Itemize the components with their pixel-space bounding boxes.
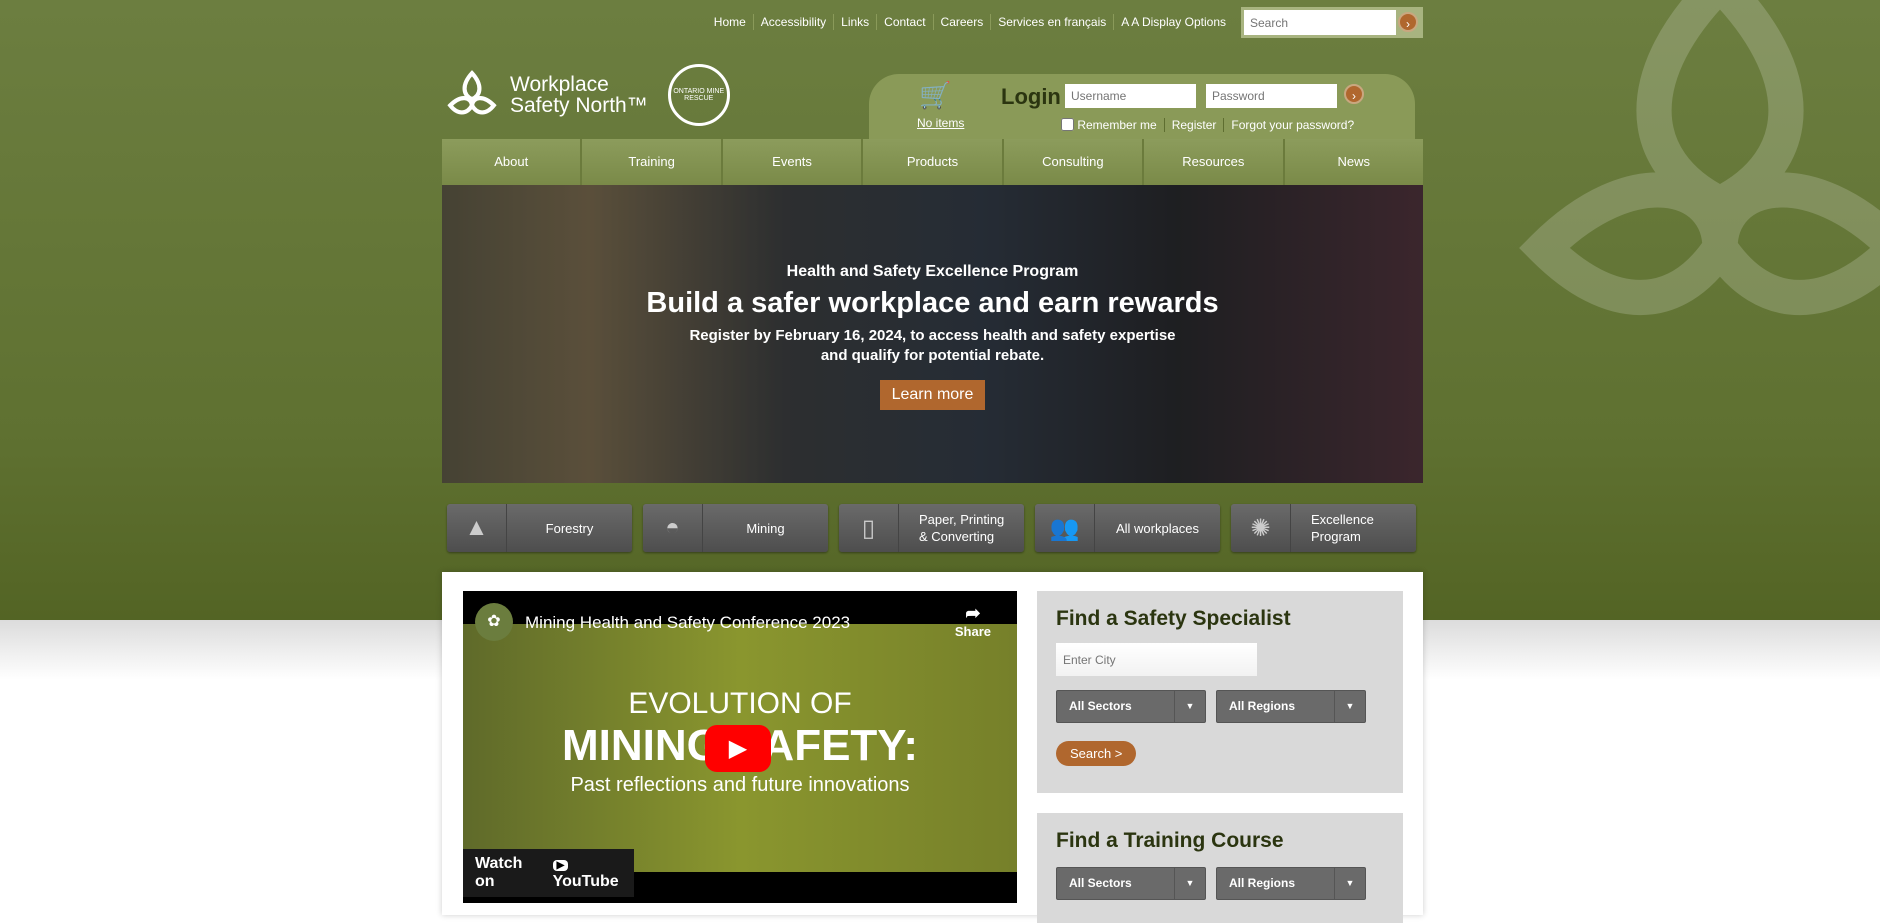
video-title[interactable]: Mining Health and Safety Conference 2023 (525, 613, 850, 633)
youtube-embed[interactable]: ✿ Mining Health and Safety Conference 20… (463, 591, 1017, 903)
watch-on-youtube[interactable]: Watch on ▶ YouTube (463, 849, 634, 897)
paper-icon: ▯ (839, 504, 899, 552)
login-title: Login (1001, 84, 1061, 109)
chevron-down-icon: ▼ (1334, 868, 1365, 899)
nav-news[interactable]: News (1284, 139, 1423, 185)
learn-more-button[interactable]: Learn more (879, 380, 986, 410)
remember-label[interactable]: Remember me (1077, 118, 1156, 132)
share-icon: ➦ (965, 603, 981, 623)
tree-icon: ▲ (447, 504, 507, 552)
register-link[interactable]: Register (1163, 118, 1224, 132)
site-search: › (1241, 7, 1423, 38)
hero-subtitle: Health and Safety Excellence Program (786, 263, 1079, 280)
sector-mining[interactable]: ◓ Mining (643, 504, 828, 552)
select-value: All Sectors (1069, 876, 1132, 890)
training-sector-select[interactable]: All Sectors ▼ (1056, 867, 1206, 900)
sector-paper[interactable]: ▯ Paper, Printing & Converting (839, 504, 1024, 552)
sector-label: Excellence Program (1311, 512, 1374, 544)
logo-line1: Workplace (510, 73, 609, 96)
link-accessibility[interactable]: Accessibility (752, 14, 833, 30)
main-nav: About Training Events Products Consultin… (442, 139, 1423, 185)
youtube-logo-icon: ▶ YouTube (552, 860, 619, 890)
remember-checkbox[interactable] (1061, 118, 1074, 131)
login-panel: 🛒 No items Login › Remember me Register … (869, 74, 1415, 140)
seal-text: ONTARIO MINE RESCUE (673, 88, 725, 102)
sector-buttons: ▲ Forestry ◓ Mining ▯ Paper, Printing & Con… (447, 504, 1416, 552)
share-label: Share (954, 624, 991, 639)
sector-all-workplaces[interactable]: 👥 All workplaces (1035, 504, 1220, 552)
video-line1: EVOLUTION OF (628, 687, 852, 720)
specialist-title: Find a Safety Specialist (1056, 607, 1291, 630)
sector-forestry[interactable]: ▲ Forestry (447, 504, 632, 552)
chevron-down-icon: ▼ (1174, 868, 1205, 899)
link-home[interactable]: Home (707, 14, 753, 30)
login-button[interactable]: › (1344, 84, 1364, 104)
hero-body-1: Register by February 16, 2024, to access… (689, 327, 1176, 344)
link-contact[interactable]: Contact (876, 14, 932, 30)
channel-logo-icon[interactable]: ✿ (475, 603, 513, 641)
link-links[interactable]: Links (833, 14, 876, 30)
people-icon: 👥 (1035, 504, 1095, 552)
forgot-password-link[interactable]: Forgot your password? (1223, 118, 1361, 132)
link-french[interactable]: Services en français (990, 14, 1113, 30)
chevron-down-icon: ▼ (1174, 691, 1205, 722)
training-region-select[interactable]: All Regions ▼ (1216, 867, 1366, 900)
video-line3: Past reflections and future innovations (570, 774, 910, 796)
hero-body-2: and qualify for potential rebate. (820, 347, 1045, 364)
trillium-watermark-icon (1519, 0, 1880, 316)
link-display-options[interactable]: A A Display Options (1113, 14, 1233, 30)
find-training-box: Find a Training Course All Sectors ▼ All … (1037, 813, 1403, 923)
nav-resources[interactable]: Resources (1144, 139, 1285, 185)
username-input[interactable] (1065, 84, 1196, 108)
search-go-button[interactable]: › (1398, 12, 1418, 32)
specialist-region-select[interactable]: All Regions ▼ (1216, 690, 1366, 723)
hero-title: Build a safer workplace and earn rewards (646, 287, 1219, 319)
find-specialist-box: Find a Safety Specialist All Sectors ▼ Al… (1037, 591, 1403, 793)
select-value: All Regions (1229, 876, 1296, 890)
sector-label: All workplaces (1115, 520, 1200, 536)
nav-training[interactable]: Training (582, 139, 723, 185)
cart-link[interactable]: No items (917, 116, 964, 130)
hardhat-icon: ◓ (643, 504, 703, 552)
youtube-label: YouTube (552, 873, 619, 890)
specialist-sector-select[interactable]: All Sectors ▼ (1056, 690, 1206, 723)
specialist-search-button[interactable]: Search > (1056, 741, 1137, 766)
content-panel: ✿ Mining Health and Safety Conference 20… (442, 572, 1423, 923)
hero-banner: Health and Safety Excellence Program Bui… (442, 185, 1423, 483)
sector-excellence[interactable]: ✺ Excellence Program (1231, 504, 1416, 552)
select-value: All Regions (1229, 699, 1296, 713)
trillium-logo-icon (447, 70, 497, 115)
logo-line2: Safety North™ (510, 94, 648, 117)
sector-label: Paper, Printing & Converting (919, 512, 1005, 544)
share-button[interactable]: ➦ Share (955, 603, 991, 639)
training-title: Find a Training Course (1056, 829, 1284, 852)
password-input[interactable] (1206, 84, 1337, 108)
chevron-down-icon: ▼ (1334, 691, 1365, 722)
badge-icon: ✺ (1231, 504, 1291, 552)
watch-label: Watch on (475, 855, 523, 890)
link-careers[interactable]: Careers (932, 14, 991, 30)
cart-icon[interactable]: 🛒 (919, 80, 951, 111)
nav-consulting[interactable]: Consulting (1003, 139, 1145, 185)
utility-links: Home Accessibility Links Contact Careers… (707, 14, 1233, 30)
play-button-icon[interactable]: ▶ (705, 725, 771, 772)
logo[interactable]: Workplace Safety North™ ONTARIO MINE RESC… (444, 64, 730, 126)
sector-label: Mining (746, 520, 785, 536)
nav-about[interactable]: About (442, 139, 583, 185)
select-value: All Sectors (1069, 699, 1132, 713)
mine-rescue-seal[interactable]: ONTARIO MINE RESCUE (667, 64, 730, 126)
nav-events[interactable]: Events (722, 139, 864, 185)
sector-label: Forestry (545, 520, 594, 536)
city-input[interactable] (1056, 643, 1257, 676)
nav-products[interactable]: Products (863, 139, 1004, 185)
search-input[interactable] (1244, 10, 1396, 35)
